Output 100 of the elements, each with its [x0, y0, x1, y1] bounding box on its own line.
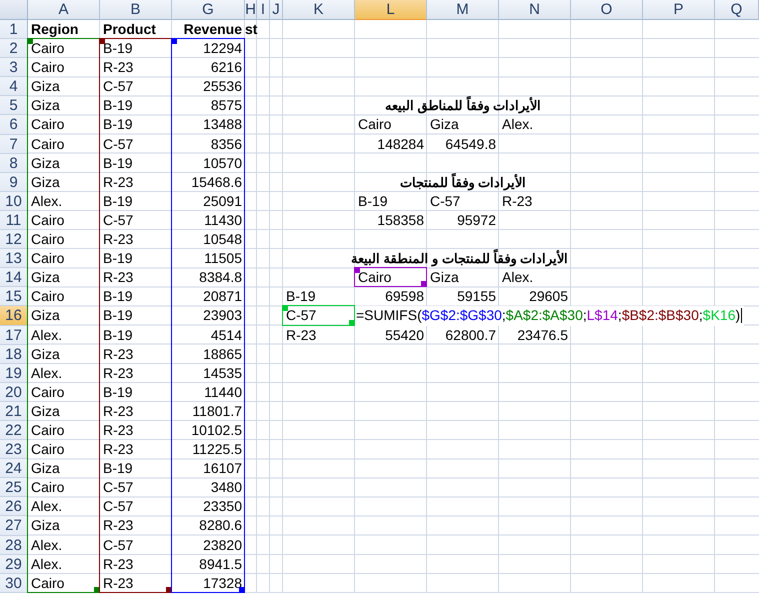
row-header[interactable]: 25: [0, 478, 28, 498]
row-header[interactable]: 21: [0, 402, 28, 421]
table-cell-text: 11801.7: [191, 402, 243, 421]
column-header[interactable]: I: [257, 0, 270, 20]
table-cell-text: R-23: [102, 440, 134, 460]
row-header[interactable]: 20: [0, 382, 28, 402]
table-cell-text: Alex.: [501, 115, 534, 134]
column-header[interactable]: M: [427, 0, 499, 20]
table-cell-text: 12294: [202, 39, 243, 58]
row-header[interactable]: 8: [0, 154, 28, 173]
row-header[interactable]: 7: [0, 134, 28, 154]
column-header[interactable]: A: [28, 0, 100, 20]
table-cell-text: Cairo: [30, 382, 66, 402]
row-header[interactable]: 23: [0, 440, 28, 460]
table-cell-text: 8941.5: [198, 554, 243, 574]
table-cell-text: C-57: [102, 497, 134, 516]
table-cell-text: 29605: [528, 287, 569, 306]
row-header[interactable]: 4: [0, 77, 28, 96]
table-cell-text: B-19: [102, 326, 134, 344]
column-header[interactable]: B: [100, 0, 172, 20]
row-header[interactable]: 12: [0, 230, 28, 250]
table-cell-text: B-19: [102, 192, 134, 211]
row-header[interactable]: 22: [0, 420, 28, 440]
row-header[interactable]: 6: [0, 115, 28, 135]
row-header[interactable]: 17: [0, 326, 28, 345]
row-header[interactable]: 28: [0, 536, 28, 555]
table-cell-text: B-19: [285, 287, 317, 306]
table-cell-text: R-23: [102, 172, 134, 192]
table-cell-text: 11430: [203, 210, 243, 230]
table-cell-text: R-23: [102, 58, 134, 78]
table-cell-text: Cairo: [30, 58, 66, 78]
row-header[interactable]: 24: [0, 459, 28, 478]
table-cell-text: Giza: [30, 306, 61, 326]
column-header[interactable]: L: [355, 0, 427, 20]
formula-edit-field[interactable]: =SUMIFS($G$2:$G$30;$A$2:$A$30;L$14;$B$2:$B$30;$K16): [355, 306, 744, 326]
column-header[interactable]: K: [283, 0, 355, 20]
table-cell-text: 20871: [202, 287, 243, 306]
table-cell-text: Alex.: [30, 326, 64, 344]
table-cell-text: 4514: [210, 326, 243, 344]
table-cell-text: Alex.: [30, 364, 64, 383]
table-cell-text: Cairo: [30, 440, 66, 460]
table-cell-text: 95972: [456, 210, 497, 230]
table-cell-text: Alex.: [30, 192, 64, 211]
row-header[interactable]: 9: [0, 172, 28, 192]
row-header[interactable]: 27: [0, 516, 28, 536]
row-header[interactable]: 14: [0, 268, 28, 288]
table-cell-text: B-19: [102, 459, 134, 478]
row-header[interactable]: 3: [0, 58, 28, 78]
row-header[interactable]: 13: [0, 249, 28, 268]
row-header[interactable]: 29: [0, 554, 28, 574]
row-header[interactable]: 1: [0, 20, 28, 40]
table-cell-text: Cairo: [30, 230, 66, 250]
table-cell-text: 18865: [202, 344, 243, 364]
table-cell-text: Giza: [30, 154, 61, 173]
column-header[interactable]: N: [499, 0, 571, 20]
row-header[interactable]: 11: [0, 210, 28, 230]
row-header[interactable]: 5: [0, 96, 28, 116]
table-cell-text: 8384.8: [198, 268, 243, 288]
row-header[interactable]: 16: [0, 306, 28, 326]
row-header[interactable]: 18: [0, 344, 28, 364]
table-cell-text: 10548: [202, 230, 243, 250]
table-cell-text: 8356: [210, 134, 243, 154]
table-cell-text: 158358: [376, 210, 425, 230]
table-cell-text: C-57: [429, 192, 462, 211]
column-header[interactable]: G: [172, 0, 245, 20]
table-cell-text: C-57: [102, 134, 134, 154]
table-cell-text: Alex.: [30, 554, 64, 574]
row-header[interactable]: 30: [0, 574, 28, 593]
table-cell-text: Giza: [30, 268, 61, 288]
table-cell-text: R-23: [102, 402, 134, 421]
row-header[interactable]: 26: [0, 497, 28, 516]
table-cell-text: Cairo: [30, 420, 66, 440]
column-header[interactable]: O: [571, 0, 643, 20]
table-cell-text: Giza: [30, 459, 61, 478]
table-cell-text: B-19: [357, 192, 389, 211]
column-header[interactable]: J: [270, 0, 283, 20]
table-cell-text: 15468.6: [190, 172, 243, 192]
table-cell-text: Cairo: [30, 39, 66, 58]
row-header[interactable]: 19: [0, 364, 28, 383]
table-cell-text: B-19: [102, 154, 134, 173]
table-cell-text: 17328: [202, 574, 243, 593]
column-header[interactable]: H: [245, 0, 257, 20]
table-cell-text: B-19: [102, 96, 134, 116]
table-cell-text: 59155: [456, 287, 497, 306]
row-header[interactable]: 10: [0, 192, 28, 211]
table-cell-text: 25091: [202, 192, 243, 211]
table-cell-text: C-57: [102, 478, 134, 498]
table-cell-text: 23903: [202, 306, 243, 326]
table-cell-text: 62800.7: [444, 326, 497, 344]
table-cell-text: 3480: [210, 478, 243, 498]
row-header[interactable]: 15: [0, 287, 28, 306]
column-header[interactable]: Q: [715, 0, 759, 20]
select-all-corner[interactable]: [0, 0, 28, 20]
table-cell-text: R-23: [102, 268, 134, 288]
table-cell-text: 6216: [210, 58, 243, 78]
table-cell-text: R-23: [102, 364, 134, 383]
table-cell-text: Giza: [30, 516, 61, 536]
table-cell-text: 23476.5: [516, 326, 569, 344]
column-header[interactable]: P: [643, 0, 715, 20]
row-header[interactable]: 2: [0, 39, 28, 58]
